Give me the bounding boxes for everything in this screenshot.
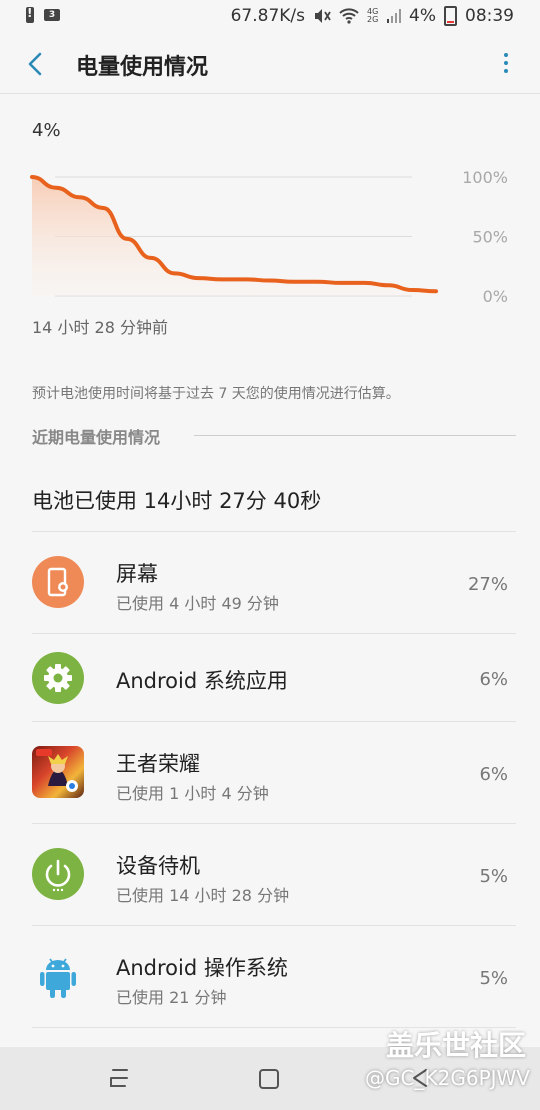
alert-icon: [26, 6, 34, 23]
battery-usage-chart: 100% 50% 0%: [30, 168, 508, 306]
item-subtitle: 已使用 21 分钟: [116, 988, 227, 1007]
item-subtitle: 已使用 4 小时 49 分钟: [116, 594, 279, 613]
item-name: 王者荣耀: [116, 752, 200, 776]
item-percent: 5%: [479, 866, 508, 887]
item-name: Android 系统应用: [116, 669, 288, 693]
screen-brightness-icon: [32, 556, 84, 608]
item-percent: 5%: [479, 968, 508, 989]
list-item[interactable]: 屏幕 已使用 4 小时 49 分钟 27%: [0, 532, 540, 634]
network-type: 4G 2G: [367, 7, 379, 24]
item-percent: 27%: [467, 574, 508, 595]
battery-usage-summary: 电池已使用 14小时 27分 40秒: [32, 489, 322, 513]
page-title: 电量使用情况: [76, 55, 209, 80]
battery-percent: 4%: [409, 6, 436, 26]
home-icon[interactable]: [258, 1068, 280, 1090]
android-icon: [32, 950, 84, 1002]
item-percent: 6%: [479, 764, 508, 785]
chart-start-time: 14 小时 28 分钟前: [32, 318, 168, 337]
header-divider: [0, 93, 540, 94]
more-vert-icon[interactable]: [498, 50, 514, 80]
watermark-site: 盖乐世社区: [385, 1029, 526, 1062]
power-icon: [32, 848, 84, 900]
item-name: 屏幕: [116, 562, 158, 586]
item-name: Android 操作系统: [116, 956, 288, 980]
sim-icon: 3: [44, 9, 60, 21]
y-tick-label: 50%: [472, 228, 508, 247]
item-subtitle: 已使用 1 小时 4 分钟: [116, 784, 269, 803]
chevron-left-icon[interactable]: [20, 48, 52, 80]
section-divider: [194, 435, 516, 436]
wifi-icon: [339, 8, 359, 24]
app-bar: 电量使用情况: [0, 36, 540, 94]
gear-icon: [32, 652, 84, 704]
list-item[interactable]: Android 系统应用 6%: [0, 634, 540, 722]
watermark-user: @GC_K2G6PJWV: [365, 1066, 530, 1090]
y-tick-label: 100%: [462, 168, 508, 187]
y-tick-label: 0%: [483, 287, 508, 306]
list-item[interactable]: 设备待机 已使用 14 小时 28 分钟 5%: [0, 824, 540, 926]
item-subtitle: 已使用 14 小时 28 分钟: [116, 886, 290, 905]
list-item[interactable]: 王者荣耀 已使用 1 小时 4 分钟 6%: [0, 722, 540, 824]
recents-icon[interactable]: [107, 1067, 131, 1089]
game-app-icon: [32, 746, 84, 798]
clock: 08:39: [465, 6, 514, 26]
list-item[interactable]: Android 操作系统 已使用 21 分钟 5%: [0, 926, 540, 1028]
current-battery-level: 4%: [32, 120, 61, 141]
mute-icon: [315, 9, 331, 23]
item-percent: 6%: [479, 669, 508, 690]
battery-icon: [444, 6, 457, 26]
signal-icon: [387, 9, 402, 23]
status-bar: 3 67.87K/s 4G 2G 4% 08:39: [0, 0, 540, 36]
item-name: 设备待机: [116, 854, 200, 878]
estimate-note: 预计电池使用时间将基于过去 7 天您的使用情况进行估算。: [32, 386, 400, 402]
recent-usage-section-title: 近期电量使用情况: [32, 428, 161, 447]
network-speed: 67.87K/s: [230, 6, 306, 26]
